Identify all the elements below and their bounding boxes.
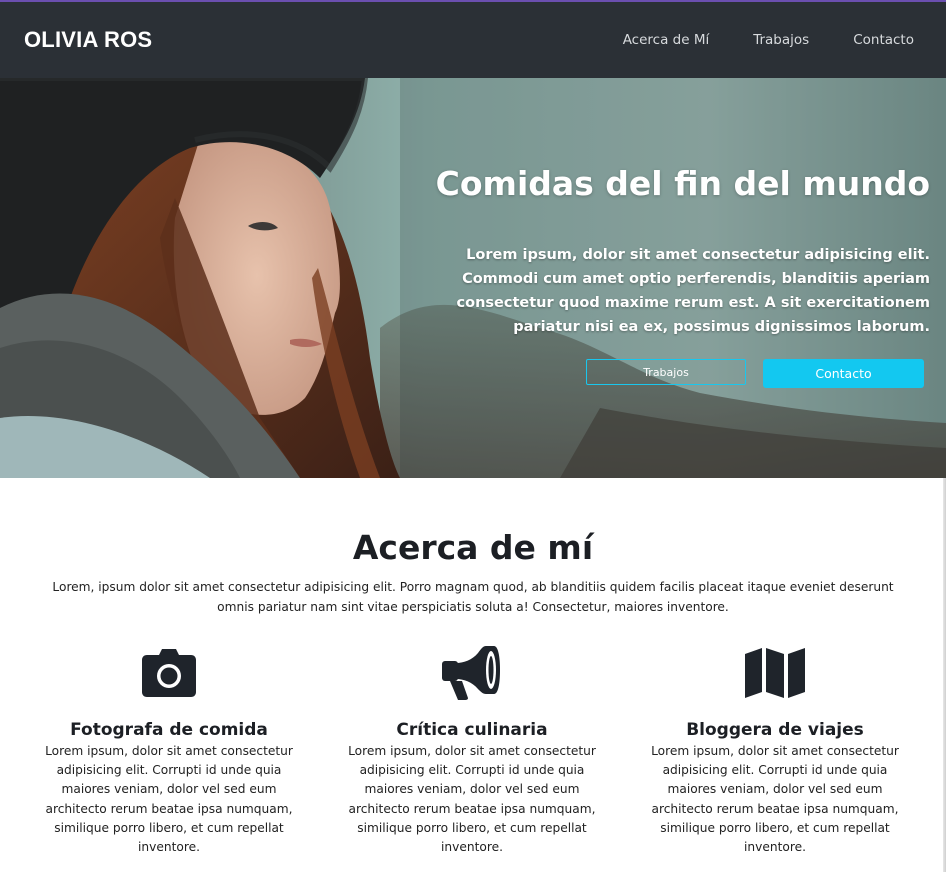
- map-icon: [628, 644, 922, 702]
- feature-title: Crítica culinaria: [396, 720, 548, 740]
- about-title: Acerca de mí: [352, 528, 594, 567]
- feature-title: Fotografa de comida: [70, 720, 268, 740]
- camera-icon: [22, 644, 316, 702]
- feature-card: Bloggera de viajes Lorem ipsum, dolor si…: [628, 644, 922, 857]
- nav-links: Acerca de Mí Trabajos Contacto: [623, 32, 914, 48]
- about-section: Acerca de mí Lorem, ipsum dolor sit amet…: [0, 478, 946, 872]
- nav-link-about[interactable]: Acerca de Mí: [623, 32, 710, 48]
- brand-logo[interactable]: OLIVIA ROS: [24, 27, 152, 53]
- features-row: Fotografa de comida Lorem ipsum, dolor s…: [22, 644, 922, 857]
- feature-card: Crítica culinaria Lorem ipsum, dolor sit…: [325, 644, 619, 857]
- hero-section: Comidas del fin del mundo Lorem ipsum, d…: [0, 78, 946, 478]
- contact-button[interactable]: Contacto: [763, 359, 924, 388]
- feature-text: Lorem ipsum, dolor sit amet consectetur …: [651, 744, 899, 855]
- feature-text: Lorem ipsum, dolor sit amet consectetur …: [348, 744, 596, 855]
- about-description: Lorem, ipsum dolor sit amet consectetur …: [52, 580, 894, 614]
- works-button[interactable]: Trabajos: [586, 359, 746, 385]
- hero-title: Comidas del fin del mundo: [435, 164, 930, 203]
- nav-link-contact[interactable]: Contacto: [853, 32, 914, 48]
- hero-buttons: Trabajos Contacto: [586, 359, 924, 388]
- megaphone-icon: [325, 644, 619, 702]
- hero-content: Comidas del fin del mundo Lorem ipsum, d…: [410, 164, 930, 339]
- nav-link-works[interactable]: Trabajos: [753, 32, 809, 48]
- navbar: OLIVIA ROS Acerca de Mí Trabajos Contact…: [0, 2, 946, 78]
- feature-title: Bloggera de viajes: [686, 720, 864, 740]
- feature-text: Lorem ipsum, dolor sit amet consectetur …: [45, 744, 293, 855]
- feature-card: Fotografa de comida Lorem ipsum, dolor s…: [22, 644, 316, 857]
- hero-description: Lorem ipsum, dolor sit amet consectetur …: [456, 247, 930, 335]
